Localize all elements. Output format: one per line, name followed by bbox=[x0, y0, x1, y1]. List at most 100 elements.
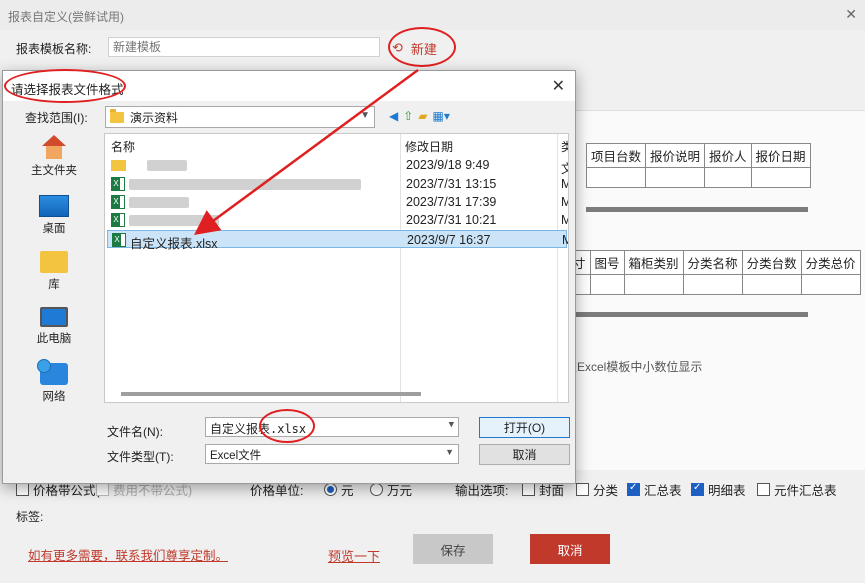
table-header-cell: 箱柜类别 bbox=[623, 250, 684, 275]
excel-decimal-note: 在Excel模板中小数位显示 bbox=[565, 360, 703, 374]
annotation-circle-title bbox=[4, 69, 126, 103]
report-table-bottom: 寸 图号 箱柜类别 分类名称 分类台数 分类总价 bbox=[568, 250, 861, 295]
annotation-circle-filename bbox=[259, 409, 315, 443]
place-label: 主文件夹 bbox=[31, 165, 77, 177]
place-home[interactable]: 主文件夹 bbox=[21, 135, 87, 178]
filename-input[interactable]: 自定义报表.xlsx ▼ bbox=[205, 417, 459, 437]
table-header-cell: 图号 bbox=[589, 250, 625, 275]
table-divider bbox=[586, 207, 808, 212]
folder-icon bbox=[110, 108, 124, 123]
main-titlebar: 报表自定义(尝鲜试用) ✕ bbox=[0, 0, 865, 30]
column-modified[interactable]: 修改日期 bbox=[405, 138, 453, 155]
excel-file-icon bbox=[111, 177, 125, 191]
parts-summary-label: 元件汇总表 bbox=[774, 484, 837, 498]
category-label: 分类 bbox=[593, 484, 619, 498]
table-header-cell: 分类台数 bbox=[741, 250, 802, 275]
tag-label: 标签: bbox=[16, 510, 44, 524]
detail-checkbox[interactable] bbox=[691, 482, 704, 496]
fee-formula-checkbox[interactable] bbox=[96, 483, 109, 496]
summary-option[interactable]: 汇总表 bbox=[627, 480, 682, 499]
back-icon[interactable]: ◀ bbox=[389, 109, 398, 123]
new-folder-icon[interactable]: ▰ bbox=[418, 109, 427, 123]
desktop-icon bbox=[39, 195, 69, 217]
excel-file-icon bbox=[111, 195, 125, 209]
place-desktop[interactable]: 桌面 bbox=[21, 195, 87, 236]
table-divider bbox=[568, 312, 808, 317]
column-name[interactable]: 名称 bbox=[111, 138, 135, 155]
place-network[interactable]: 网络 bbox=[21, 359, 87, 404]
detail-option[interactable]: 明细表 bbox=[691, 480, 746, 499]
summary-checkbox[interactable] bbox=[627, 482, 640, 496]
file-row[interactable]: 2023/7/31 17:39 M bbox=[107, 193, 568, 211]
unit-wanyuan-radio[interactable] bbox=[370, 483, 383, 496]
view-menu-icon[interactable]: ▦▾ bbox=[433, 109, 450, 123]
annotation-circle-new bbox=[388, 27, 456, 67]
open-button[interactable]: 打开(O) bbox=[479, 417, 570, 438]
file-row[interactable]: 2023/9/18 9:49 文 bbox=[107, 156, 568, 176]
place-label: 桌面 bbox=[42, 223, 66, 235]
file-list-header: 名称 ⌃ 修改日期 类 bbox=[105, 134, 568, 154]
places-sidebar: 主文件夹 桌面 库 此电脑 网络 bbox=[21, 133, 87, 423]
network-icon bbox=[37, 359, 68, 385]
save-button[interactable]: 保存 bbox=[413, 534, 493, 564]
preview-link[interactable]: 预览一下 bbox=[328, 546, 380, 565]
library-icon bbox=[40, 251, 68, 273]
dialog-close-icon[interactable]: ✕ bbox=[552, 76, 565, 96]
redacted-name bbox=[129, 197, 189, 208]
price-formula-checkbox[interactable] bbox=[16, 483, 29, 496]
unit-yuan-radio[interactable] bbox=[324, 483, 337, 496]
cancel-button[interactable]: 取消 bbox=[530, 534, 610, 564]
file-list: 名称 ⌃ 修改日期 类 2023/9/18 9:49 文 2023/7/31 1… bbox=[104, 133, 569, 403]
column-type[interactable]: 类 bbox=[561, 138, 568, 155]
filetype-label: 文件类型(T): bbox=[107, 450, 174, 464]
dialog-cancel-button[interactable]: 取消 bbox=[479, 444, 570, 465]
table-header-cell: 报价说明 bbox=[645, 143, 706, 168]
cover-checkbox[interactable] bbox=[522, 483, 535, 496]
template-name-label: 报表模板名称: bbox=[16, 42, 92, 56]
folder-icon bbox=[111, 160, 126, 171]
chevron-down-icon: ▼ bbox=[360, 110, 370, 121]
file-open-dialog: 请选择报表文件格式 ✕ 查找范围(I): 演示资料 ▼ ◀ ⇧ ▰ ▦▾ 主文件… bbox=[2, 69, 576, 484]
excel-file-icon bbox=[111, 213, 125, 227]
chevron-down-icon[interactable]: ▼ bbox=[445, 447, 454, 457]
chevron-down-icon[interactable]: ▼ bbox=[449, 420, 454, 430]
filename-label: 文件名(N): bbox=[107, 425, 163, 439]
parts-summary-checkbox[interactable] bbox=[757, 483, 770, 496]
parts-summary-option[interactable]: 元件汇总表 bbox=[757, 480, 837, 499]
category-option[interactable]: 分类 bbox=[576, 480, 618, 499]
detail-label: 明细表 bbox=[708, 484, 746, 498]
table-header-cell: 分类名称 bbox=[682, 250, 743, 275]
category-checkbox[interactable] bbox=[576, 483, 589, 496]
main-close-icon[interactable]: ✕ bbox=[845, 6, 857, 23]
computer-icon bbox=[40, 307, 68, 327]
dialog-toolbar: ◀ ⇧ ▰ ▦▾ bbox=[389, 109, 450, 123]
excel-file-icon bbox=[112, 233, 126, 247]
file-row[interactable]: 2023/7/31 10:21 M bbox=[107, 211, 568, 229]
report-table-top: 项目台数 报价说明 报价人 报价日期 bbox=[585, 143, 811, 188]
custom-contact-link[interactable]: 如有更多需要，联系我们尊享定制。 bbox=[28, 545, 228, 564]
summary-label: 汇总表 bbox=[644, 484, 682, 498]
sort-up-icon: ⌃ bbox=[247, 133, 256, 141]
look-in-select[interactable]: 演示资料 ▼ bbox=[105, 106, 375, 128]
place-computer[interactable]: 此电脑 bbox=[21, 307, 87, 346]
place-library[interactable]: 库 bbox=[21, 251, 87, 292]
redacted-name bbox=[129, 215, 219, 226]
look-in-value: 演示资料 bbox=[130, 110, 179, 125]
home-icon bbox=[41, 135, 67, 159]
template-name-input[interactable] bbox=[108, 37, 380, 57]
redacted-name bbox=[129, 179, 361, 190]
filetype-select[interactable]: Excel文件 ▼ bbox=[205, 444, 459, 464]
file-row[interactable]: 2023/7/31 13:15 M bbox=[107, 175, 568, 193]
redacted-name bbox=[147, 160, 187, 171]
up-folder-icon[interactable]: ⇧ bbox=[403, 109, 413, 123]
filetype-value: Excel文件 bbox=[210, 450, 262, 462]
horizontal-scrollbar[interactable] bbox=[121, 392, 421, 396]
table-header-cell: 项目台数 bbox=[585, 143, 647, 168]
table-header-cell: 报价人 bbox=[704, 143, 752, 168]
file-row-selected[interactable]: 自定义报表.xlsx 2023/9/7 16:37 M bbox=[107, 230, 568, 251]
look-in-label: 查找范围(I): bbox=[25, 111, 88, 125]
table-header-cell: 报价日期 bbox=[750, 143, 811, 168]
place-label: 此电脑 bbox=[36, 333, 72, 345]
main-title: 报表自定义(尝鲜试用) bbox=[8, 10, 124, 24]
table-header-cell: 分类总价 bbox=[800, 250, 861, 275]
